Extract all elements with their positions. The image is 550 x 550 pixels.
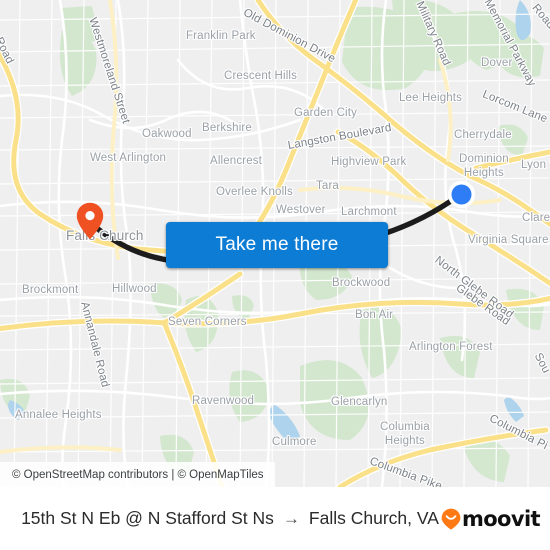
trip-summary: 15th St N Eb @ N Stafford St Ns → Falls … [0,487,460,550]
moovit-wordmark: moovit [461,506,541,531]
moovit-trip-map-page: Old Dominion Drive Road Westmoreland Stree… [0,0,550,550]
attribution-text[interactable]: © OpenStreetMap contributors | © OpenMap… [12,469,264,481]
origin-location-dot[interactable] [447,180,476,209]
take-me-there-label: Take me there [215,234,339,255]
footer-bar: 15th St N Eb @ N Stafford St Ns → Falls … [0,487,550,550]
take-me-there-button[interactable]: Take me there [166,222,388,268]
map-canvas[interactable]: Old Dominion Drive Road Westmoreland Stree… [0,0,550,487]
map-attribution: © OpenStreetMap contributors | © OpenMap… [0,462,275,487]
trip-destination-label: Falls Church, VA [308,508,439,528]
moovit-pin-icon [441,508,461,530]
arrow-right-icon: → [282,508,300,528]
moovit-logo[interactable]: moovit [441,506,541,531]
trip-origin-label: 15th St N Eb @ N Stafford St Ns [21,508,274,528]
